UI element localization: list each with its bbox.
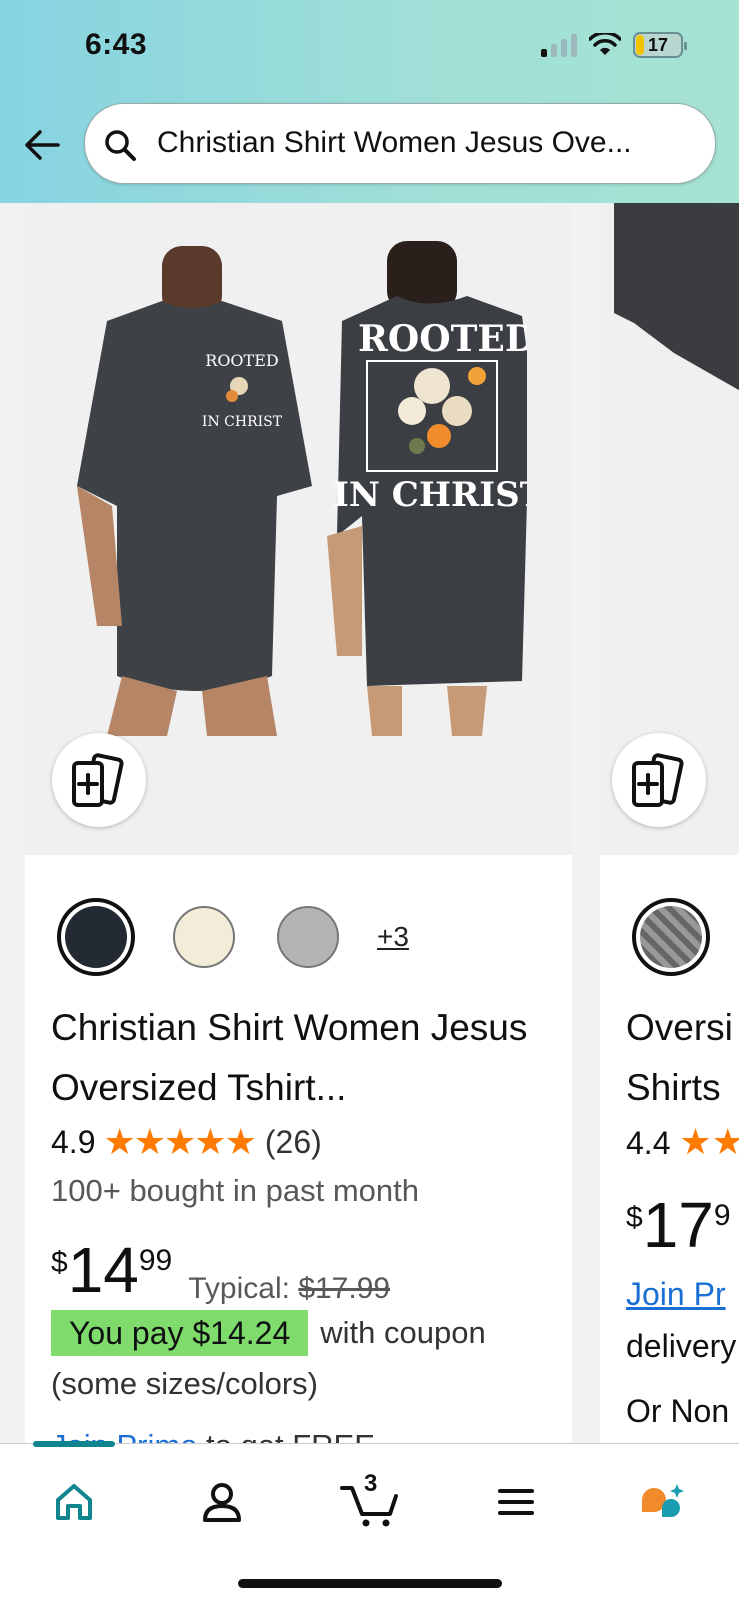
coupon-badge: You pay $14.24 [51,1310,309,1356]
cellular-signal-icon [541,33,577,57]
typical-price-value: $17.99 [298,1272,391,1305]
view-similar-icon [632,753,684,807]
cart-count: 3 [364,1470,378,1497]
status-icons: 17 [541,32,687,58]
price-fraction: 99 [138,1244,173,1277]
product-card[interactable]: ROOTED IN CHRIST ROOTED IN CHRIST +3 Chr… [25,203,572,1463]
swatch-charcoal-selected[interactable] [57,898,135,976]
shirt-print-small-top: ROOTED [205,351,278,370]
price-whole: 14 [67,1234,139,1306]
coupon-text: with coupon [320,1315,486,1350]
color-swatches: +3 [57,898,409,976]
more-colors-link[interactable]: +3 [377,921,409,953]
search-query[interactable]: Christian Shirt Women Jesus Ove... [157,126,632,160]
price-row-2: $ 17 9 [626,1189,731,1261]
product-image-area[interactable]: ROOTED IN CHRIST ROOTED IN CHRIST [25,203,572,855]
shirt-print-large-bottom: IN CHRIST [333,475,527,515]
product-card-2[interactable]: Oversi Shirts 4.4 ★★ $ 17 9 Join Pr deliv… [600,203,739,1443]
bought-count: 100+ bought in past month [51,1173,419,1208]
product-title-2[interactable]: Oversi Shirts [626,998,733,1118]
rating-row[interactable]: 4.9 ★★★★★ (26) [51,1121,322,1163]
product-title[interactable]: Christian Shirt Women Jesus Oversized Ts… [51,998,561,1118]
product-image[interactable]: ROOTED IN CHRIST ROOTED IN CHRIST [67,236,527,736]
cart-button[interactable]: 3 [338,1470,408,1532]
join-prime-link-2[interactable]: Join Pr [626,1276,726,1313]
delivery-text-2: delivery [626,1328,737,1364]
home-icon[interactable] [44,1472,104,1532]
review-count: (26) [264,1123,322,1160]
star-rating-icon: ★★ [679,1121,739,1162]
swatch-gray[interactable] [277,906,339,968]
typical-price: Typical: $17.99 [188,1272,391,1305]
rufus-icon[interactable] [632,1472,692,1532]
or-non-prime-text-2: Or Non [626,1393,730,1429]
coupon-row: You pay $14.24 with coupon [51,1310,486,1356]
product-image-2[interactable] [614,203,739,403]
view-similar-button[interactable] [52,733,146,827]
swatch-pattern-selected[interactable] [632,898,710,976]
rating-row-2[interactable]: 4.4 ★★ [626,1121,739,1163]
active-tab-indicator [33,1441,115,1447]
view-similar-button-2[interactable] [612,733,706,827]
battery-level: 17 [647,35,669,55]
swatch-cream[interactable] [173,906,235,968]
wifi-icon [589,33,621,55]
search-icon [105,130,136,161]
battery-icon: 17 [633,32,687,58]
view-similar-icon [72,753,124,807]
app-header: 6:43 17 Christian Shirt Women Jesus Ove.… [0,0,739,203]
home-indicator [238,1579,502,1588]
star-rating-icon: ★★★★★ [103,1121,256,1162]
status-time: 6:43 [85,28,148,61]
back-arrow-icon[interactable] [22,125,62,165]
menu-icon[interactable] [486,1472,546,1532]
shirt-print-large-top: ROOTED [358,318,527,360]
price-symbol: $ [51,1246,68,1279]
sizes-note: (some sizes/colors) [51,1366,318,1401]
account-icon[interactable] [192,1472,252,1532]
shirt-print-small-bottom: IN CHRIST [202,414,283,430]
rating-value: 4.9 [51,1123,96,1160]
search-bar[interactable]: Christian Shirt Women Jesus Ove... [84,103,716,184]
product-image-area-2[interactable] [600,203,739,855]
bottom-navigation: 3 [0,1441,739,1600]
price-row: $ 14 99 Typical: $17.99 [51,1238,390,1306]
